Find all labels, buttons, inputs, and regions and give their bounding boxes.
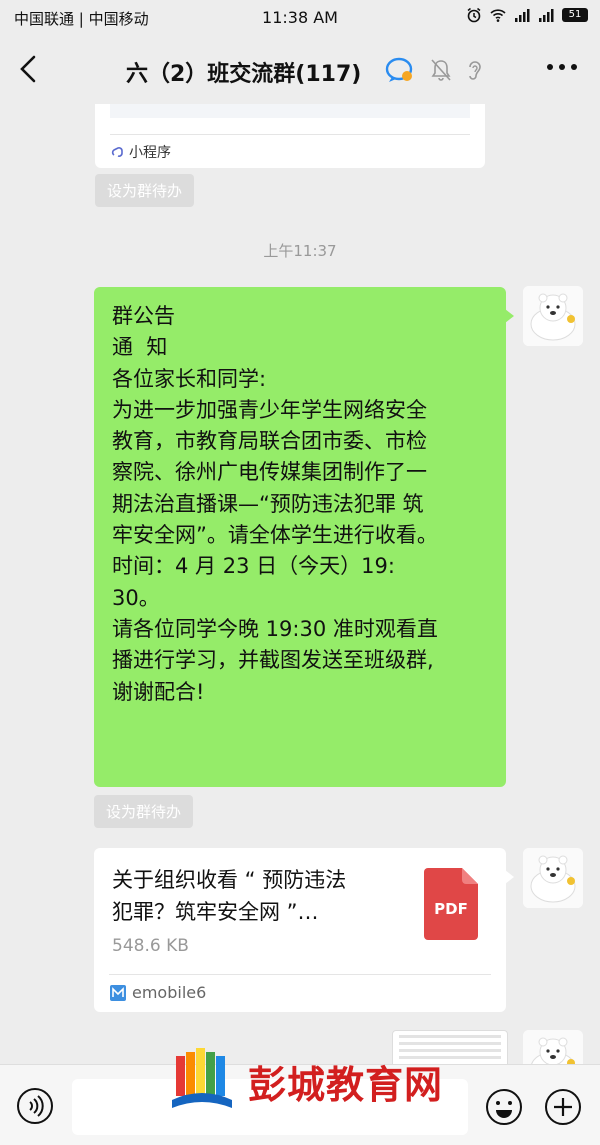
card-divider	[110, 134, 470, 135]
more-options-icon[interactable]	[546, 62, 578, 72]
mini-program-card[interactable]: 小程序	[95, 104, 485, 168]
file-app-label: emobile6	[132, 983, 207, 1002]
mini-program-label: 小程序	[129, 145, 171, 161]
watermark-text: 彭城教育网	[248, 1063, 444, 1107]
avatar[interactable]	[523, 1030, 583, 1064]
battery-indicator: 51	[562, 8, 588, 22]
polar-bear-avatar-icon	[523, 848, 583, 908]
site-watermark: 彭城教育网	[170, 1046, 470, 1120]
pdf-label: PDF	[434, 900, 468, 918]
notice-line: 请各位同学今晚 19:30 准时观看直	[112, 616, 438, 641]
avatar[interactable]	[523, 848, 583, 908]
signal-icon	[515, 9, 530, 22]
ear-icon	[469, 61, 481, 80]
wifi-icon	[490, 9, 506, 22]
notice-line: 期法治直播课—“预防违法犯罪 筑	[112, 491, 424, 516]
group-title: 六（2）班交流群(117)	[126, 62, 362, 87]
set-group-todo-button-2[interactable]: 设为群待办	[94, 795, 194, 828]
group-notice-message[interactable]: 群公告 通 知 各位家长和同学: 为进一步加强青少年学生网络安全 教育，市教育局…	[94, 287, 514, 787]
file-title: 关于组织收看 “ 预防违法 犯罪？筑牢安全网 ”…	[112, 864, 402, 928]
notice-line: 教育，市教育局联合团市委、市检	[112, 429, 427, 454]
file-title-line: 关于组织收看 “ 预防违法	[112, 868, 347, 892]
thumbnail-line	[399, 1042, 501, 1045]
polar-bear-avatar-icon	[523, 1030, 583, 1064]
open-book-logo-icon	[172, 1048, 232, 1108]
notice-line: 时间：4 月 23 日（今天）19:	[112, 554, 395, 579]
polar-bear-avatar-icon	[523, 286, 583, 346]
file-title-line: 犯罪？筑牢安全网 ”…	[112, 900, 319, 924]
avatar[interactable]	[523, 286, 583, 346]
notice-text: 群公告 通 知 各位家长和同学: 为进一步加强青少年学生网络安全 教育，市教育局…	[112, 301, 497, 708]
notice-line: 播进行学习，并截图发送至班级群,	[112, 648, 434, 673]
file-size: 548.6 KB	[112, 936, 189, 956]
mini-program-icon	[111, 147, 123, 157]
notice-line: 各位家长和同学:	[112, 366, 267, 391]
voice-input-icon[interactable]	[16, 1087, 54, 1125]
chat-header: 六（2）班交流群(117)	[0, 34, 600, 104]
back-arrow-icon[interactable]	[16, 54, 42, 84]
title-status-icons	[384, 56, 484, 84]
notice-line: 为进一步加强青少年学生网络安全	[112, 397, 427, 422]
emobile-app-icon	[110, 984, 126, 1001]
signal-icon-2	[539, 9, 554, 22]
set-group-todo-button[interactable]: 设为群待办	[95, 174, 195, 207]
notice-line: 30。	[112, 585, 160, 610]
notice-line: 察院、徐州广电传媒集团制作了一	[112, 460, 427, 485]
thumbnail-line	[399, 1035, 501, 1038]
file-divider	[109, 974, 491, 975]
notice-line: 谢谢配合!	[112, 679, 205, 704]
notice-line: 牢安全网”。请全体学生进行收看。	[112, 523, 438, 548]
mute-bell-icon	[431, 59, 451, 81]
notice-line: 群公告	[112, 304, 175, 328]
add-more-icon[interactable]	[543, 1087, 583, 1127]
notice-line: 通 知	[112, 335, 168, 360]
file-source-app: emobile6	[110, 983, 206, 1002]
message-timestamp: 上午11:37	[263, 242, 337, 260]
file-message[interactable]: 关于组织收看 “ 预防违法 犯罪？筑牢安全网 ”… 548.6 KB PDF e…	[94, 848, 514, 1012]
chat-bubble-icon	[385, 57, 413, 82]
message-list[interactable]: 小程序 设为群待办 上午11:37 群公告 通 知 各位家长和同学: 为进一步加…	[0, 104, 600, 1064]
mini-program-source: 小程序	[111, 142, 171, 162]
alarm-icon	[467, 7, 481, 23]
status-icons: 51	[466, 7, 588, 23]
emoji-icon[interactable]	[484, 1087, 524, 1127]
status-bar: 中国联通 | 中国移动 11:38 AM 51	[0, 0, 600, 34]
card-preview	[110, 104, 470, 118]
